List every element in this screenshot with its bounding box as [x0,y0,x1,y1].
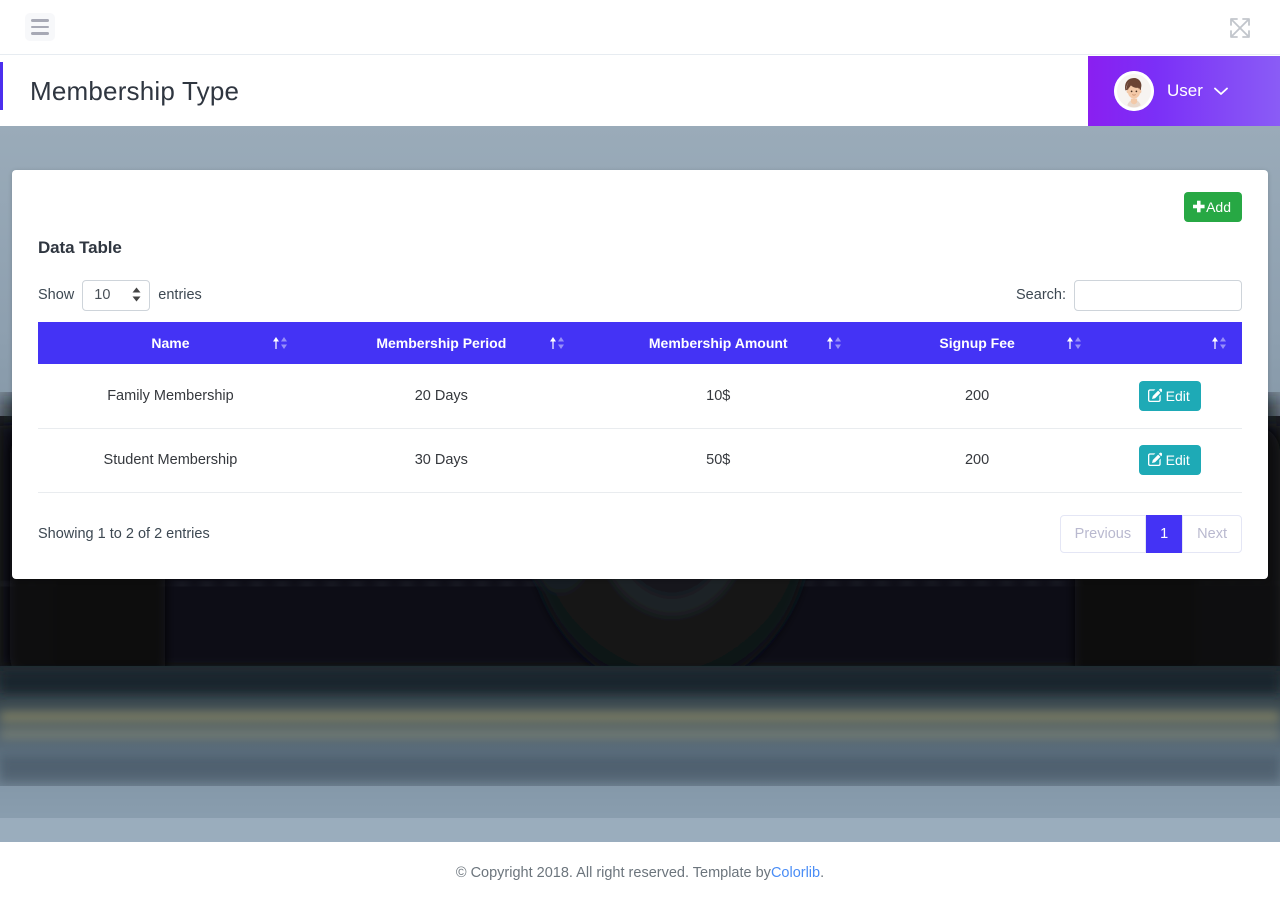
entries-length-select[interactable]: 10 [82,280,150,311]
copyright-suffix: . [820,865,824,881]
card-title: Data Table [38,238,1242,258]
sort-icon[interactable] [825,335,843,351]
add-button[interactable]: ✚ Add [1184,192,1243,222]
user-name-label: User [1167,81,1203,101]
card-toolbar: ✚ Add [38,192,1242,222]
search-input[interactable] [1074,280,1242,311]
cell-name: Student Membership [38,428,303,492]
edit-button[interactable]: Edit [1139,445,1201,475]
table-footer: Showing 1 to 2 of 2 entries Previous 1 N… [38,515,1242,553]
page-footer: © Copyright 2018. All right reserved. Te… [0,842,1280,904]
column-header-membership-amount[interactable]: Membership Amount [580,322,857,364]
pagination-next[interactable]: Next [1182,515,1242,553]
cell-membership-amount: 50$ [580,428,857,492]
colorlib-link[interactable]: Colorlib [771,865,820,881]
top-utility-bar [0,0,1280,55]
pagination-page-1[interactable]: 1 [1146,515,1182,553]
table-header-row: Name Membership Period [38,322,1242,364]
length-control: Show 10 entries [38,280,202,311]
app-root: Membership Type [0,0,1280,904]
sort-icon[interactable] [548,335,566,351]
plus-icon: ✚ [1193,200,1206,215]
avatar [1114,71,1154,111]
copyright-text: © Copyright 2018. All right reserved. Te… [456,865,771,881]
edit-button-label: Edit [1166,389,1190,403]
pagination-previous[interactable]: Previous [1060,515,1146,553]
edit-pencil-icon [1148,452,1162,468]
data-table-card: ✚ Add Data Table Show 10 [12,170,1268,579]
show-label: Show [38,287,74,303]
table-controls: Show 10 entries Search: [38,279,1242,311]
cell-membership-period: 30 Days [303,428,580,492]
cell-signup-fee: 200 [857,428,1098,492]
edit-pencil-icon [1148,388,1162,404]
page-header: Membership Type [0,56,1280,126]
cell-actions: Edit [1097,364,1242,428]
search-label: Search: [1016,287,1066,303]
chevron-down-icon[interactable] [1214,85,1228,98]
cell-actions: Edit [1097,428,1242,492]
column-label: Membership Period [376,335,506,351]
hamburger-menu-icon[interactable] [25,13,55,41]
title-accent-bar [0,62,3,110]
column-header-signup-fee[interactable]: Signup Fee [857,322,1098,364]
data-table: Name Membership Period [38,322,1242,493]
fullscreen-expand-icon[interactable] [1224,12,1256,44]
table-row: Student Membership 30 Days 50$ 200 [38,428,1242,492]
cell-signup-fee: 200 [857,364,1098,428]
table-info: Showing 1 to 2 of 2 entries [38,526,210,542]
edit-button-label: Edit [1166,453,1190,467]
add-button-label: Add [1206,200,1231,214]
table-body: Family Membership 20 Days 10$ 200 [38,364,1242,492]
column-label: Membership Amount [649,335,788,351]
cell-membership-period: 20 Days [303,364,580,428]
sort-icon[interactable] [271,335,289,351]
length-select-wrap: 10 [74,280,158,311]
column-label: Name [151,335,189,351]
hamburger-bar [31,19,49,22]
column-header-membership-period[interactable]: Membership Period [303,322,580,364]
sort-icon[interactable] [1210,335,1228,351]
column-header-actions[interactable] [1097,322,1242,364]
cell-name: Family Membership [38,364,303,428]
edit-button[interactable]: Edit [1139,381,1201,411]
sort-icon[interactable] [1065,335,1083,351]
search-control: Search: [1016,280,1242,311]
hamburger-bar [31,26,49,29]
table-head: Name Membership Period [38,322,1242,364]
column-header-name[interactable]: Name [38,322,303,364]
user-menu[interactable]: User [1088,56,1280,126]
entries-label: entries [158,287,202,303]
hamburger-bar [31,32,49,35]
table-row: Family Membership 20 Days 10$ 200 [38,364,1242,428]
column-label: Signup Fee [939,335,1014,351]
pagination: Previous 1 Next [1060,515,1242,553]
cell-membership-amount: 10$ [580,364,857,428]
page-title: Membership Type [30,76,239,107]
